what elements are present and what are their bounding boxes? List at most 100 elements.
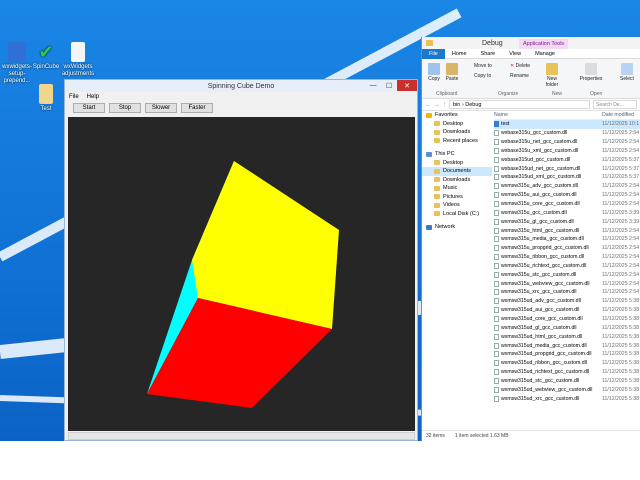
file-date: 11/12/2025 5:38	[602, 324, 640, 331]
delete-button[interactable]: ✕ Delete	[510, 63, 536, 69]
tab-view[interactable]: View	[502, 51, 528, 57]
file-row[interactable]: wxmsw315u_media_gcc_custom.dll 11/12/2025…	[494, 235, 640, 244]
move-to-button[interactable]: Move to	[474, 63, 504, 69]
tab-share[interactable]: Share	[474, 51, 503, 57]
file-row[interactable]: wxmsw315u_xrc_gcc_custom.dll 11/12/2025 2…	[494, 288, 640, 297]
nav-item[interactable]: Downloads	[422, 128, 492, 137]
close-button[interactable]: ✕	[397, 80, 417, 91]
paste-button[interactable]: Paste	[444, 63, 460, 82]
item-count: 32 items	[426, 433, 445, 439]
file-row[interactable]: wxmsw315u_ribbon_gcc_custom.dll 11/12/202…	[494, 253, 640, 262]
desktop-icon-test[interactable]: Test	[26, 84, 66, 113]
horizontal-scrollbar[interactable]	[68, 432, 415, 440]
dll-file-icon	[494, 147, 499, 154]
file-row[interactable]: wxmsw315ud_xrc_gcc_custom.dll 11/12/2025 …	[494, 394, 640, 403]
nav-item[interactable]: Recent places	[422, 137, 492, 146]
file-row[interactable]: wxmsw315u_webview_gcc_custom.dll 11/12/20…	[494, 279, 640, 288]
file-row[interactable]: wxmsw315ud_stc_gcc_custom.dll 11/12/2025 …	[494, 376, 640, 385]
file-row[interactable]: wxmsw315u_stc_gcc_custom.dll 11/12/2025 2…	[494, 270, 640, 279]
explorer-title-bar[interactable]: Debug Application Tools	[422, 37, 640, 49]
file-row[interactable]: wxmsw315u_aui_gcc_custom.dll 11/12/2025 2…	[494, 191, 640, 200]
stop-button[interactable]: Stop	[109, 103, 141, 113]
maximize-button[interactable]: ☐	[381, 80, 397, 91]
copy-button[interactable]: Copy	[426, 63, 442, 82]
search-input[interactable]: Search De...	[593, 100, 637, 109]
file-row[interactable]: test 11/12/2025 10:1	[494, 120, 640, 129]
file-name: wxmsw315ud_aui_gcc_custom.dll	[501, 307, 580, 314]
nav-item[interactable]: Network	[422, 223, 492, 232]
nav-item[interactable]: Desktop	[422, 159, 492, 168]
forward-arrow-icon[interactable]: →	[434, 102, 440, 108]
file-row[interactable]: wxmsw315ud_core_gcc_custom.dll 11/12/2025…	[494, 315, 640, 324]
file-row[interactable]: wxmsw315ud_propgrid_gcc_custom.dll 11/12/…	[494, 350, 640, 359]
slower-button[interactable]: Slower	[145, 103, 177, 113]
file-row[interactable]: wxmsw315ud_html_gcc_custom.dll 11/12/2025…	[494, 332, 640, 341]
menu-help[interactable]: Help	[87, 94, 99, 100]
nav-item[interactable]: Downloads	[422, 176, 492, 185]
file-row[interactable]: wxmsw315u_gl_gcc_custom.dll 11/12/2025 3:…	[494, 217, 640, 226]
file-row[interactable]: wxmsw315u_gcc_custom.dll 11/12/2025 3:39	[494, 208, 640, 217]
file-row[interactable]: wxbase315ud_xml_gcc_custom.dll 11/12/2025…	[494, 173, 640, 182]
nav-item[interactable]: Videos	[422, 201, 492, 210]
file-row[interactable]: wxbase315ud_gcc_custom.dll 11/12/2025 5:3…	[494, 155, 640, 164]
file-explorer-window: Debug Application Tools File Home Share …	[421, 37, 640, 441]
file-row[interactable]: wxmsw315u_core_gcc_custom.dll 11/12/2025 …	[494, 200, 640, 209]
file-name: wxmsw315u_gl_gcc_custom.dll	[501, 218, 574, 225]
file-row[interactable]: wxbase315u_xml_gcc_custom.dll 11/12/2025 …	[494, 147, 640, 156]
file-row[interactable]: wxbase315ud_net_gcc_custom.dll 11/12/2025…	[494, 164, 640, 173]
file-row[interactable]: wxmsw315ud_gl_gcc_custom.dll 11/12/2025 5…	[494, 323, 640, 332]
nav-item[interactable]: This PC	[422, 150, 492, 159]
file-row[interactable]: wxmsw315ud_aui_gcc_custom.dll 11/12/2025 …	[494, 306, 640, 315]
address-input[interactable]: bin › Debug	[449, 100, 590, 109]
nav-item[interactable]: Pictures	[422, 193, 492, 202]
gl-canvas[interactable]	[68, 117, 415, 431]
file-row[interactable]: wxmsw315ud_webview_gcc_custom.dll 11/12/2…	[494, 385, 640, 394]
file-date: 11/12/2025 2:54	[602, 271, 640, 278]
file-row[interactable]: wxmsw315u_propgrid_gcc_custom.dll 11/12/2…	[494, 244, 640, 253]
nav-item[interactable]: Local Disk (C:)	[422, 210, 492, 219]
properties-button[interactable]: Properties	[578, 63, 604, 82]
paste-label: Paste	[445, 76, 459, 82]
file-name: wxmsw315ud_core_gcc_custom.dll	[501, 315, 583, 322]
back-arrow-icon[interactable]: ←	[425, 102, 431, 108]
file-name: wxmsw315u_core_gcc_custom.dll	[501, 201, 580, 208]
nav-item[interactable]: Favorites	[422, 111, 492, 120]
file-name-cell: wxmsw315ud_stc_gcc_custom.dll	[494, 377, 602, 384]
faster-button[interactable]: Faster	[181, 103, 213, 113]
file-row[interactable]: wxbase315u_gcc_custom.dll 11/12/2025 2:54	[494, 129, 640, 138]
copy-to-button[interactable]: Copy to	[474, 73, 504, 79]
file-date: 11/12/2025 2:54	[602, 245, 640, 252]
nav-item[interactable]: Music	[422, 184, 492, 193]
file-row[interactable]: wxmsw315ud_richtext_gcc_custom.dll 11/12/…	[494, 368, 640, 377]
column-date[interactable]: Date modified	[602, 112, 634, 118]
start-button[interactable]: Start	[73, 103, 105, 113]
new-folder-label: New folder	[545, 76, 559, 88]
file-row[interactable]: wxmsw315u_richtext_gcc_custom.dll 11/12/2…	[494, 262, 640, 271]
tab-file[interactable]: File	[422, 48, 445, 59]
new-folder-button[interactable]: New folder	[542, 63, 562, 88]
select-button[interactable]: Select	[618, 63, 636, 82]
file-row[interactable]: wxmsw315ud_media_gcc_custom.dll 11/12/202…	[494, 341, 640, 350]
menu-file[interactable]: File	[69, 94, 79, 100]
nav-item[interactable]: Documents	[422, 167, 492, 176]
dll-file-icon	[494, 315, 499, 322]
file-row[interactable]: wxmsw315u_html_gcc_custom.dll 11/12/2025 …	[494, 226, 640, 235]
file-row[interactable]: wxbase315u_net_gcc_custom.dll 11/12/2025 …	[494, 138, 640, 147]
up-arrow-icon[interactable]: ↑	[443, 102, 446, 108]
file-row[interactable]: wxmsw315ud_adv_gcc_custom.dll 11/12/2025 …	[494, 297, 640, 306]
nav-item[interactable]: Desktop	[422, 120, 492, 129]
file-name-cell: wxmsw315ud_gl_gcc_custom.dll	[494, 324, 602, 331]
file-row[interactable]: wxmsw315ud_ribbon_gcc_custom.dll 11/12/20…	[494, 359, 640, 368]
tab-manage[interactable]: Manage	[528, 51, 562, 57]
file-name-cell: wxmsw315u_richtext_gcc_custom.dll	[494, 262, 602, 269]
file-date: 11/12/2025 2:54	[602, 280, 640, 287]
column-name[interactable]: Name	[494, 112, 602, 118]
file-date: 11/12/2025 3:39	[602, 209, 640, 216]
rename-button[interactable]: Rename	[510, 73, 536, 79]
minimize-button[interactable]: —	[365, 80, 381, 91]
desktop-icon-adjustments[interactable]: wxWidgets adjustments	[58, 42, 98, 78]
title-bar[interactable]: Spinning Cube Demo — ☐ ✕	[65, 80, 417, 92]
tab-home[interactable]: Home	[445, 51, 474, 57]
file-row[interactable]: wxmsw315u_adv_gcc_custom.dll 11/12/2025 2…	[494, 182, 640, 191]
context-tab[interactable]: Application Tools	[519, 39, 569, 49]
